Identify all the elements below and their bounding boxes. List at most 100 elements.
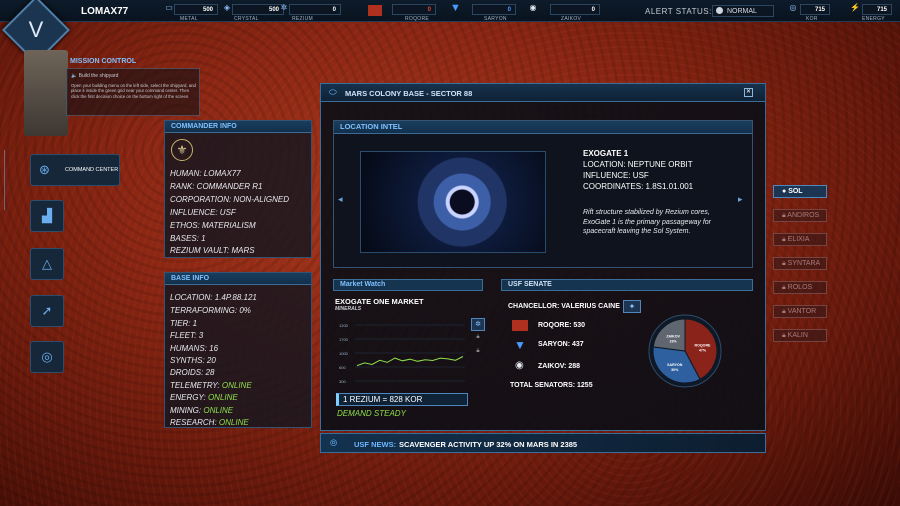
rezium-label: REZIUM	[292, 16, 313, 22]
base-humans: HUMANS: 16	[170, 344, 219, 353]
y-tick: 1700	[339, 337, 349, 342]
market-price-line	[356, 356, 464, 367]
pie-label-pct: 30%	[671, 368, 679, 372]
base-tier: TIER: 1	[170, 319, 198, 328]
mission-body: Open your building menu on the left side…	[71, 83, 196, 99]
rezium-value: 0	[289, 4, 341, 15]
base-synths: SYNTHS: 20	[170, 356, 216, 365]
usf-emblem-icon: ✦	[623, 300, 641, 313]
fleet-button[interactable]: ➚	[30, 295, 64, 327]
base-icon: ⬭	[329, 87, 337, 97]
senate-chancellor: CHANCELLOR: VALERIUS CAINE	[508, 303, 620, 310]
map-button[interactable]: △	[30, 248, 64, 280]
base-terraforming: TERRAFORMING: 0%	[170, 306, 251, 315]
commander-rank: RANK: COMMANDER R1	[170, 182, 263, 191]
buildings-button[interactable]: ▟	[30, 200, 64, 232]
roqore-icon	[512, 320, 528, 331]
chart-grid	[355, 324, 465, 382]
speaker-icon: 🔈	[71, 73, 79, 79]
mining-status: MINING: ONLINE	[170, 406, 234, 415]
intel-influence: INFLUENCE: USF	[583, 171, 649, 180]
y-tick: 300	[339, 379, 346, 384]
metal-value: 500	[174, 4, 218, 15]
base-fleet: FLEET: 3	[170, 331, 204, 340]
kor-label: KOR	[806, 16, 818, 22]
system-rolos-button[interactable]: 🔒︎ ROLOS	[773, 281, 827, 294]
command-center-label: COMMAND CENTER	[65, 167, 119, 173]
usf-senate-header: USF SENATE	[501, 279, 753, 291]
system-elixia-button[interactable]: 🔒︎ ELIXIA	[773, 233, 827, 246]
base-location: LOCATION: 1.4P.88.121	[170, 293, 257, 302]
kor-icon: ◎	[789, 3, 797, 12]
senate-total: TOTAL SENATORS: 1255	[510, 382, 593, 389]
rank-badge-icon: ⚜	[171, 139, 193, 161]
lock-icon: 🔒︎	[476, 348, 480, 354]
market-demand: DEMAND STEADY	[337, 409, 406, 418]
target-icon: ◎	[41, 349, 53, 364]
energy-label: ENERGY	[862, 16, 885, 22]
ship-icon: ➚	[41, 303, 53, 318]
pie-label-name: ROQORE	[694, 344, 711, 348]
prev-arrow-icon[interactable]: ◂	[338, 194, 343, 205]
news-ticker[interactable]: ⦾ USF NEWS: SCAVENGER ACTIVITY UP 32% ON…	[320, 433, 766, 453]
telemetry-status: TELEMETRY: ONLINE	[170, 381, 252, 390]
close-icon[interactable]: ✕	[744, 88, 753, 97]
saryon-label: SARYON	[484, 16, 507, 22]
system-andiros-button[interactable]: 🔒︎ ANDIROS	[773, 209, 827, 222]
commander-portrait	[24, 50, 68, 136]
location-intel-header: LOCATION INTEL	[334, 121, 752, 134]
exchange-rate: 1 REZIUM = 828 KOR	[336, 393, 468, 406]
next-arrow-icon[interactable]: ▸	[738, 194, 743, 205]
intel-description: Rift structure stabilized by Rezium core…	[583, 209, 712, 235]
system-syntara-button[interactable]: 🔒︎ SYNTARA	[773, 257, 827, 270]
senate-pie-chart: ROQORE47% SARYON30% ZAIKOV23%	[648, 314, 722, 388]
rezium-icon: ✲	[280, 3, 288, 12]
research-status: RESEARCH: ONLINE	[170, 418, 249, 427]
senate-saryon: SARYON: 437	[538, 341, 584, 348]
system-sol-button[interactable]: ● SOL	[773, 185, 827, 198]
energy-value: 715	[862, 4, 892, 15]
intel-coordinates: COORDINATES: 1.8S1.01.001	[583, 182, 694, 191]
pie-label-pct: 47%	[699, 349, 707, 353]
roqore-value: 0	[392, 4, 436, 15]
pie-label-name: ZAIKOV	[666, 334, 680, 338]
metal-label: METAL	[180, 16, 198, 22]
commander-corporation: CORPORATION: NON-ALIGNED	[170, 195, 289, 204]
colony-base-window: ⬭ MARS COLONY BASE - SECTOR 88 ✕ LOCATIO…	[320, 83, 766, 431]
market-watch-header: Market Watch	[333, 279, 483, 291]
saryon-value: 0	[472, 4, 516, 15]
player-name: LOMAX77	[81, 6, 129, 17]
hud-frame-left	[4, 150, 14, 210]
exogate-image	[360, 151, 546, 253]
window-title: MARS COLONY BASE - SECTOR 88	[345, 89, 473, 98]
mission-title: MISSION CONTROL	[70, 58, 137, 65]
y-tick: 1200	[339, 323, 349, 328]
crystal-label: CRYSTAL	[234, 16, 259, 22]
broadcast-icon: ⦾	[330, 438, 338, 448]
triangle-icon: △	[42, 256, 52, 271]
market-subtitle: MINERALS	[335, 306, 362, 312]
commander-human: HUMAN: LOMAX77	[170, 169, 241, 178]
window-titlebar: ⬭ MARS COLONY BASE - SECTOR 88 ✕	[321, 84, 765, 102]
command-center-button[interactable]: ⊛ COMMAND CENTER	[30, 154, 120, 186]
settings-button[interactable]: ◎	[30, 341, 64, 373]
crystal-value: 500	[232, 4, 284, 15]
system-kalin-button[interactable]: 🔒︎ KALIN	[773, 329, 827, 342]
alert-status-value: NORMAL	[727, 8, 757, 15]
market-mineral-tab[interactable]: ✲	[471, 318, 485, 331]
intel-location: LOCATION: NEPTUNE ORBIT	[583, 160, 693, 169]
lock-icon: 🔒︎	[476, 334, 480, 340]
zaikov-icon: ◉	[529, 3, 537, 12]
roqore-icon	[368, 5, 382, 16]
base-info-panel: BASE INFO LOCATION: 1.4P.88.121 TERRAFOR…	[164, 272, 312, 428]
kor-value: 715	[800, 4, 830, 15]
saryon-icon: ▼	[450, 2, 461, 14]
news-headline: SCAVENGER ACTIVITY UP 32% ON MARS IN 238…	[399, 440, 578, 449]
system-vantor-button[interactable]: 🔒︎ VANTOR	[773, 305, 827, 318]
y-tick: 1000	[339, 351, 349, 356]
zaikov-value: 0	[550, 4, 600, 15]
market-title: EXOGATE ONE MARKET	[335, 297, 424, 306]
mission-panel: 🔈 Build the shipyard Open your building …	[66, 68, 200, 116]
y-tick: 600	[339, 365, 346, 370]
commander-info-panel: COMMANDER INFO ⚜ HUMAN: LOMAX77 RANK: CO…	[164, 120, 312, 258]
